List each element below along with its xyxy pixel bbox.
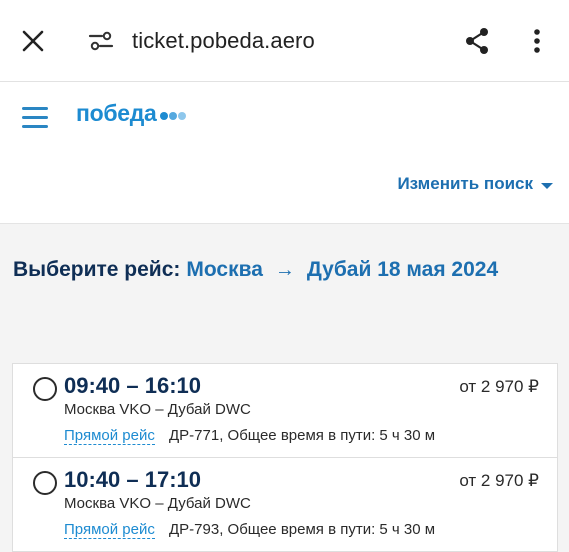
- flight-price: от 2 970 ₽: [459, 377, 539, 396]
- flight-details: Прямой рейс ДР-793, Общее время в пути: …: [64, 521, 436, 539]
- logo-text: победа: [76, 100, 157, 126]
- tune-icon[interactable]: [84, 24, 118, 58]
- close-icon[interactable]: [16, 24, 50, 58]
- direct-flight-link[interactable]: Прямой рейс: [64, 521, 155, 539]
- menu-icon[interactable]: [22, 102, 52, 132]
- flight-times: 09:40 – 16:10: [64, 373, 201, 398]
- origin-city-link[interactable]: Москва: [186, 258, 263, 282]
- flight-info: ДР-793, Общее время в пути: 5 ч 30 м: [169, 521, 436, 538]
- share-icon[interactable]: [460, 24, 494, 58]
- logo-dots-icon: [159, 111, 186, 120]
- destination-date-link[interactable]: Дубай 18 мая 2024: [307, 258, 498, 282]
- more-vert-icon[interactable]: [520, 24, 554, 58]
- logo-dot: [159, 111, 168, 120]
- flight-route: Москва VKO – Дубай DWC: [64, 401, 251, 418]
- site-header: победа Изменить поиск: [0, 82, 569, 224]
- radio-button[interactable]: [33, 377, 57, 401]
- change-search-label: Изменить поиск: [397, 174, 533, 193]
- flight-times: 10:40 – 17:10: [64, 467, 201, 492]
- arrow-right-icon: →: [274, 258, 295, 281]
- browser-toolbar: ticket.pobeda.aero: [0, 0, 569, 82]
- flight-details: Прямой рейс ДР-771, Общее время в пути: …: [64, 427, 436, 445]
- url-field[interactable]: ticket.pobeda.aero: [132, 28, 315, 54]
- title-lead: Выберите рейс:: [13, 258, 181, 281]
- radio-button[interactable]: [33, 471, 57, 495]
- flight-list: 09:40 – 16:10 Москва VKO – Дубай DWC Пря…: [12, 363, 558, 552]
- logo-dot: [177, 111, 186, 120]
- flight-route: Москва VKO – Дубай DWC: [64, 495, 251, 512]
- flight-option[interactable]: 09:40 – 16:10 Москва VKO – Дубай DWC Пря…: [12, 363, 558, 458]
- change-search-button[interactable]: Изменить поиск: [397, 174, 553, 194]
- flight-option[interactable]: 10:40 – 17:10 Москва VKO – Дубай DWC Пря…: [12, 457, 558, 552]
- logo-dot: [168, 111, 177, 120]
- chevron-down-icon: [541, 182, 553, 189]
- flight-info: ДР-771, Общее время в пути: 5 ч 30 м: [169, 427, 436, 444]
- flight-price: от 2 970 ₽: [459, 471, 539, 490]
- page-title: Выберите рейс: Москва → Дубай 18 мая 202…: [13, 258, 498, 282]
- direct-flight-link[interactable]: Прямой рейс: [64, 427, 155, 445]
- logo[interactable]: победа: [76, 100, 186, 127]
